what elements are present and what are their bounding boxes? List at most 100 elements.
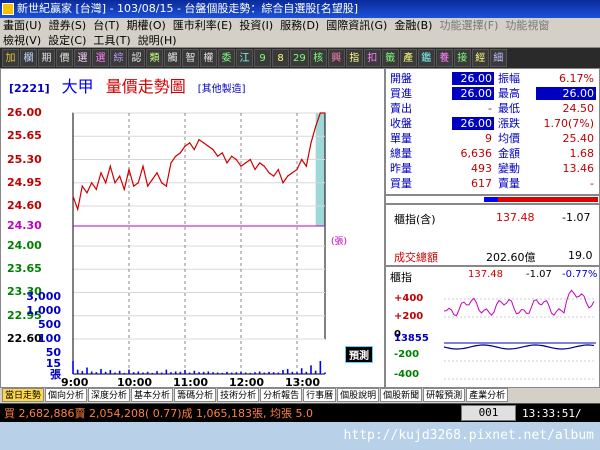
menu-item[interactable]: 說明(H): [138, 33, 177, 48]
price-point: [198, 138, 200, 141]
toolbar-button[interactable]: 9: [254, 49, 271, 67]
menu-item[interactable]: 證券(S): [49, 18, 87, 33]
toolbar-button[interactable]: 產: [399, 49, 417, 67]
price-point: [86, 192, 88, 194]
tab-item[interactable]: 深度分析: [88, 388, 131, 402]
price-point: [282, 182, 284, 184]
quote-value: 25.40: [562, 132, 595, 145]
volume-bar: [193, 370, 196, 374]
index-value: 137.48: [496, 211, 535, 224]
status-bar: 買 2,682,886賣 2,054,208( 0.77)成 1,065,183…: [0, 403, 600, 422]
toolbar-button[interactable]: 欄: [20, 49, 37, 67]
toolbar-button[interactable]: 綜: [110, 49, 127, 67]
index-label: 櫃指(含): [394, 213, 436, 226]
volume-bar: [90, 371, 93, 374]
toolbar-button[interactable]: 類: [146, 49, 163, 67]
menu-item[interactable]: 金融(B): [394, 18, 432, 33]
tab-item[interactable]: 個股說明: [337, 388, 380, 402]
price-point: [207, 145, 209, 147]
toolbar-button[interactable]: 細: [489, 49, 507, 67]
menu-item[interactable]: 工具(T): [93, 33, 130, 48]
mini-index-chart[interactable]: 櫃指 137.48 -1.07 -0.77% +400 +200 0 13855 -20…: [385, 266, 600, 388]
menu-item[interactable]: 功能選擇(F): [439, 18, 498, 33]
toolbar-button[interactable]: 指: [345, 49, 363, 67]
menu-item[interactable]: 台(T): [93, 18, 119, 33]
price-point: [179, 152, 181, 154]
toolbar-button[interactable]: 加: [2, 49, 19, 67]
tab-item[interactable]: 籌碼分析: [174, 388, 217, 402]
toolbar-button[interactable]: 觸: [164, 49, 181, 67]
toolbar-button[interactable]: 價: [56, 49, 73, 67]
volume-bar: [188, 372, 191, 374]
quote-panel: 開盤 26.00 振幅 6.17% 買進 26.00 最高 26.00 賣出 - 最低 24.50 收盤…: [385, 68, 600, 195]
tab-item[interactable]: 分析報告: [260, 388, 303, 402]
volume-bar: [104, 371, 107, 374]
toolbar-button[interactable]: 經: [471, 49, 489, 67]
tab-item[interactable]: 技術分析: [217, 388, 260, 402]
price-point: [156, 172, 158, 174]
quote-label: 最低: [498, 102, 520, 115]
menu-item[interactable]: 設定(C): [48, 33, 86, 48]
menu-item[interactable]: 投資(I): [239, 18, 273, 33]
chart-plot[interactable]: [1, 69, 386, 389]
toolbar-button[interactable]: 29: [290, 49, 309, 67]
volume-bar: [109, 370, 112, 374]
price-point: [109, 165, 111, 167]
toolbar-button[interactable]: 選: [92, 49, 109, 67]
tab-item[interactable]: 個股新聞: [380, 388, 423, 402]
mini-index-line: [443, 289, 595, 317]
menu-item[interactable]: 國際資訊(G): [326, 18, 387, 33]
quote-value: -: [488, 102, 492, 115]
menu-item[interactable]: 畫面(U): [3, 18, 42, 33]
menu-item[interactable]: 匯市利率(E): [173, 18, 233, 33]
price-point: [240, 165, 242, 167]
volume-bar: [86, 367, 88, 374]
tab-item[interactable]: 研報預測: [423, 388, 466, 402]
toolbar-button[interactable]: 江: [236, 49, 253, 67]
menu-item[interactable]: 期權(O): [127, 18, 166, 33]
quote-label: 漲跌: [498, 117, 520, 130]
toolbar-button[interactable]: 權: [200, 49, 217, 67]
volume-bar: [114, 372, 116, 374]
volume-bar: [132, 372, 135, 374]
toolbar-button[interactable]: 期: [38, 49, 55, 67]
predict-button[interactable]: 預測: [345, 346, 373, 363]
volume-bar: [230, 372, 233, 374]
toolbar-button[interactable]: 興: [327, 49, 345, 67]
tab-item[interactable]: 產業分析: [466, 388, 509, 402]
volume-bar: [146, 371, 149, 374]
toolbar-button[interactable]: 接: [453, 49, 471, 67]
volume-bar: [137, 371, 140, 374]
menu-item[interactable]: 服務(D): [280, 18, 319, 33]
tab-item[interactable]: 當日走勢: [2, 388, 45, 402]
turnover-label: 成交總額: [394, 251, 438, 264]
toolbar-button[interactable]: 認: [128, 49, 145, 67]
tab-item[interactable]: 行事曆: [303, 388, 337, 402]
menu-item[interactable]: 檢視(V): [3, 33, 41, 48]
toolbar-button[interactable]: 鑑: [417, 49, 435, 67]
tab-item[interactable]: 基本分析: [131, 388, 174, 402]
price-point: [231, 155, 233, 157]
volume-bar: [72, 361, 74, 374]
toolbar-button[interactable]: 8: [272, 49, 289, 67]
price-volume-chart-panel: [2221] 大甲 量價走勢圖 [其他製造] 26.00 25.65 25.30 24…: [0, 68, 386, 389]
volume-bar: [272, 372, 275, 374]
tab-item[interactable]: 個向分析: [45, 388, 88, 402]
toolbar-button[interactable]: 籤: [381, 49, 399, 67]
toolbar-button[interactable]: 委: [218, 49, 235, 67]
toolbar-button[interactable]: 養: [435, 49, 453, 67]
menu-item[interactable]: 功能視窗: [505, 18, 549, 33]
toolbar-button[interactable]: 核: [309, 49, 327, 67]
code-input[interactable]: 001: [461, 405, 516, 421]
volume-bar: [291, 371, 294, 374]
price-point: [100, 172, 102, 174]
toolbar-button[interactable]: 選: [74, 49, 91, 67]
toolbar-button[interactable]: 扣: [363, 49, 381, 67]
volume-bar: [170, 372, 172, 374]
clock: 13:33:51/: [522, 406, 582, 420]
volume-bar: [100, 368, 102, 374]
toolbar-button[interactable]: 智: [182, 49, 199, 67]
quote-row: 總量 6,636 金額 1.68: [386, 147, 600, 160]
menu-line-1: 畫面(U) 證券(S) 台(T) 期權(O) 匯市利率(E) 投資(I) 服務(D) 國際資訊…: [0, 18, 600, 33]
volume-bar: [305, 371, 308, 374]
